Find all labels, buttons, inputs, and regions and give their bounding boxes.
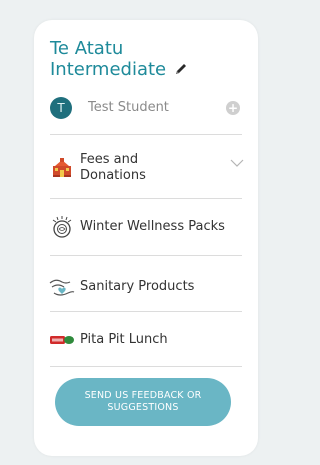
divider [50,255,242,256]
menu-item-pita-pit[interactable]: Pita Pit Lunch [48,326,244,354]
divider [50,198,242,199]
menu-item-label: Pita Pit Lunch [80,332,168,347]
menu-item-fees-donations[interactable]: Fees and Donations [48,148,244,188]
edit-pencil-icon[interactable] [174,62,188,76]
menu-item-label: Sanitary Products [80,279,195,294]
menu-item-winter-wellness[interactable]: Winter Wellness Packs [48,213,244,241]
send-feedback-button[interactable]: SEND US FEEDBACK OR SUGGESTIONS [55,378,231,426]
divider [50,311,242,312]
school-title: Te Atatu Intermediate [50,38,240,80]
student-name: Test Student [88,100,169,115]
menu-item-sanitary-products[interactable]: Sanitary Products [48,273,244,301]
add-student-button[interactable]: + [226,101,240,115]
hands-heart-icon [48,273,76,301]
divider [50,134,242,135]
divider [50,366,242,367]
wellness-pack-icon [48,213,76,241]
pita-pit-logo-icon [48,326,76,354]
sidebar-card: Te Atatu Intermediate T Test Student + F… [34,20,258,456]
school-name: Te Atatu Intermediate [50,38,167,80]
chevron-down-icon[interactable] [230,158,244,168]
school-building-icon [48,154,76,182]
student-avatar: T [50,97,72,119]
student-selector[interactable]: T Test Student + [50,96,250,120]
menu-item-label: Fees and Donations [80,152,146,183]
menu-item-label: Winter Wellness Packs [80,219,225,234]
